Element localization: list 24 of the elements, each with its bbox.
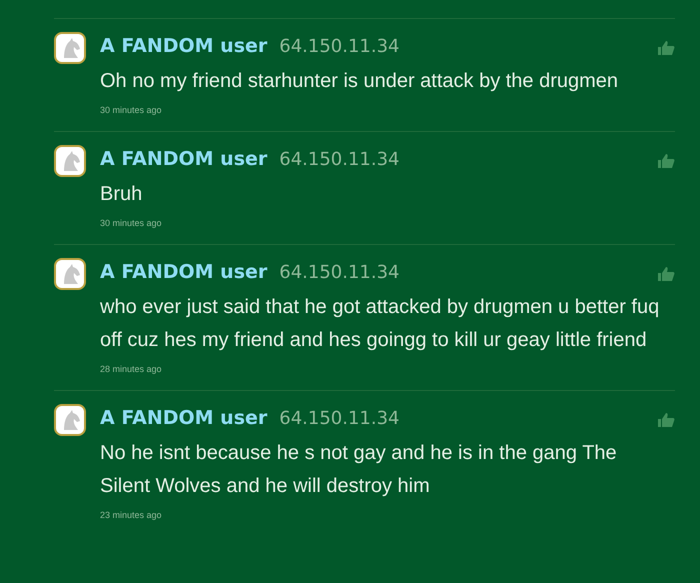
comment-text: No he isnt because he s not gay and he is in the gang The Silent Wolves and he will destroy him bbox=[100, 440, 618, 498]
comment-text: Oh no my friend starhunter is under attack by the drugmen bbox=[100, 68, 620, 94]
avatar-icon bbox=[54, 258, 86, 290]
username[interactable]: A FANDOM user bbox=[100, 32, 268, 60]
ip-address: 64.150.11.34 bbox=[279, 35, 400, 59]
comment-text: who ever just said that he got attacked by drugmen u better fuq off cuz hes my friend and hes goingg to kill ur geay little friend bbox=[100, 294, 660, 352]
username[interactable]: A FANDOM user bbox=[100, 404, 268, 432]
timestamp: 28 minutes ago bbox=[100, 362, 163, 376]
username[interactable]: A FANDOM user bbox=[100, 145, 268, 174]
timestamp: 23 minutes ago bbox=[100, 508, 163, 522]
username[interactable]: A FANDOM user bbox=[100, 258, 268, 286]
avatar-icon bbox=[54, 145, 86, 177]
thumbs-up-icon[interactable] bbox=[657, 153, 675, 170]
comment-text: Bruh bbox=[100, 182, 144, 206]
ip-address: 64.150.11.34 bbox=[279, 407, 400, 431]
avatar-icon bbox=[54, 404, 86, 436]
ip-address: 64.150.11.34 bbox=[279, 261, 400, 285]
ip-address: 64.150.11.34 bbox=[279, 148, 400, 172]
thumbs-up-icon[interactable] bbox=[657, 412, 675, 428]
timestamp: 30 minutes ago bbox=[100, 104, 163, 117]
thumbs-up-icon[interactable] bbox=[657, 266, 675, 282]
avatar-icon bbox=[54, 32, 86, 64]
thumbs-up-icon[interactable] bbox=[657, 40, 675, 56]
timestamp: 30 minutes ago bbox=[100, 216, 163, 230]
